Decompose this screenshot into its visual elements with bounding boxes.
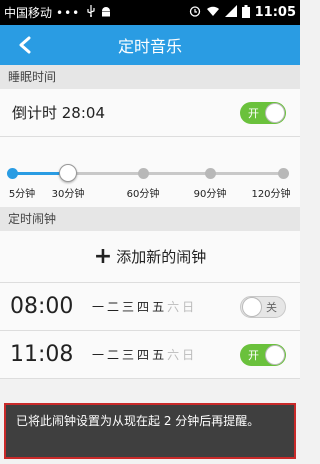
alarm-time: 11:08: [10, 342, 74, 367]
usb-icon: [86, 5, 96, 20]
day-mon: 一: [92, 348, 105, 362]
carrier-name: 中国移动: [4, 6, 53, 20]
back-button[interactable]: [12, 32, 38, 58]
snooze-toast: 已将此闹钟设置为从现在起 2 分钟后再提醒。: [4, 403, 296, 459]
status-bar: 中国移动 ••• 11:05: [0, 0, 300, 25]
day-wed: 三: [122, 300, 135, 314]
day-tue: 二: [107, 300, 120, 314]
slider-label-5: 5分钟: [8, 189, 36, 200]
signal-icon: [224, 5, 237, 20]
page-title: 定时音乐: [117, 37, 182, 56]
alarm-row[interactable]: 11:08 一 二 三 四 五 六 日 开: [0, 331, 300, 379]
alarm-section-header: 定时闹钟: [0, 207, 300, 231]
slider-tick-120[interactable]: [278, 168, 289, 179]
day-wed: 三: [122, 348, 135, 362]
slider-tick-5[interactable]: [7, 168, 18, 179]
plus-icon: +: [93, 244, 113, 269]
chevron-left-icon: [19, 36, 31, 54]
day-sat: 六: [167, 300, 180, 314]
alarm-days: 一 二 三 四 五 六 日: [92, 298, 194, 315]
day-fri: 五: [152, 348, 165, 362]
alarm-toggle-text: 关: [266, 301, 277, 314]
sleep-toggle-text: 开: [248, 107, 259, 120]
alarm-icon: [189, 5, 201, 20]
alarm-toggle-text: 开: [248, 349, 259, 362]
slider-thumb[interactable]: [59, 164, 77, 182]
slider-tick-90[interactable]: [205, 168, 216, 179]
countdown-label: 倒计时 28:04: [12, 104, 105, 122]
wifi-icon: [206, 5, 220, 20]
day-fri: 五: [152, 300, 165, 314]
day-tue: 二: [107, 348, 120, 362]
toggle-knob: [242, 297, 262, 317]
day-sun: 日: [182, 348, 195, 362]
notification-dots: •••: [56, 5, 81, 20]
sleep-duration-slider[interactable]: 5分钟 30分钟 60分钟 90分钟 120分钟: [0, 137, 300, 207]
slider-label-90: 90分钟: [193, 189, 227, 200]
alarm-toggle[interactable]: 开: [240, 344, 286, 366]
day-sat: 六: [167, 348, 180, 362]
day-mon: 一: [92, 300, 105, 314]
toggle-knob: [265, 345, 285, 365]
slider-label-60: 60分钟: [126, 189, 160, 200]
app-header: 定时音乐: [0, 25, 300, 65]
alarm-row[interactable]: 08:00 一 二 三 四 五 六 日 关: [0, 283, 300, 331]
alarm-toggle[interactable]: 关: [240, 296, 286, 318]
sleep-toggle[interactable]: 开: [240, 102, 286, 124]
slider-tick-60[interactable]: [138, 168, 149, 179]
slider-label-120: 120分钟: [251, 189, 291, 200]
add-alarm-label: 添加新的闹钟: [116, 248, 207, 266]
android-icon: [100, 5, 112, 20]
slider-label-30: 30分钟: [51, 189, 85, 200]
day-thu: 四: [137, 300, 150, 314]
add-alarm-button[interactable]: + 添加新的闹钟: [0, 231, 300, 283]
clock: 11:05: [254, 5, 296, 20]
battery-icon: [241, 4, 250, 21]
countdown-row: 倒计时 28:04 开: [0, 89, 300, 137]
sleep-section-header: 睡眠时间: [0, 65, 300, 89]
alarm-time: 08:00: [10, 294, 74, 319]
toggle-knob: [265, 103, 285, 123]
day-sun: 日: [182, 300, 195, 314]
day-thu: 四: [137, 348, 150, 362]
toast-message: 已将此闹钟设置为从现在起 2 分钟后再提醒。: [16, 414, 260, 428]
alarm-days: 一 二 三 四 五 六 日: [92, 346, 194, 363]
